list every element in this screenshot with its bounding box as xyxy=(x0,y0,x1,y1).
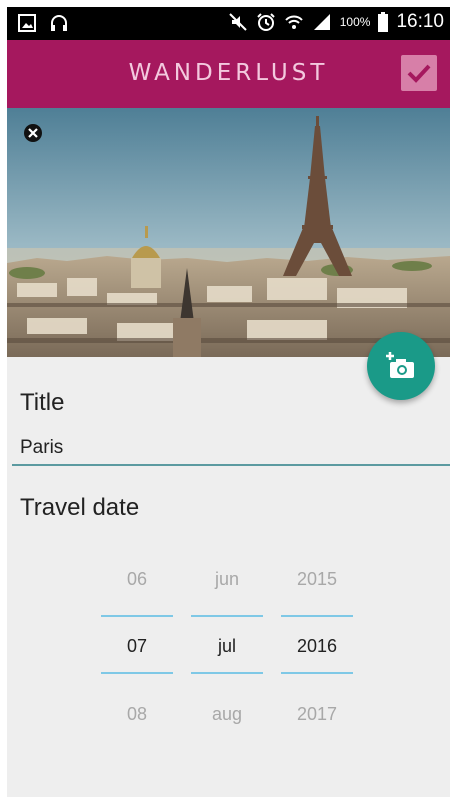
app-screen: 100% 16:10 WANDERLUST Title Paris Travel… xyxy=(7,7,450,797)
picker-divider xyxy=(191,672,263,674)
app-bar: WANDERLUST xyxy=(7,40,450,108)
picker-divider xyxy=(191,615,263,617)
app-title: WANDERLUST xyxy=(128,60,329,86)
remove-photo-button[interactable] xyxy=(24,124,42,142)
mute-icon xyxy=(229,13,247,31)
add-photo-button[interactable] xyxy=(367,332,435,400)
year-selected[interactable]: 2016 xyxy=(281,636,353,657)
battery-icon xyxy=(378,12,389,32)
picker-divider xyxy=(281,672,353,674)
day-selected[interactable]: 07 xyxy=(101,636,173,657)
add-photo-icon xyxy=(386,352,414,378)
picker-divider xyxy=(101,615,173,617)
day-picker[interactable]: 06 07 08 xyxy=(101,562,173,742)
month-picker[interactable]: jun jul aug xyxy=(191,562,263,742)
gallery-notification-icon xyxy=(18,14,36,32)
year-next[interactable]: 2017 xyxy=(281,704,353,725)
close-icon xyxy=(28,128,38,138)
alarm-icon xyxy=(257,13,275,31)
status-bar: 100% 16:10 xyxy=(7,7,450,40)
month-next[interactable]: aug xyxy=(191,704,263,725)
headset-notification-icon xyxy=(51,15,67,31)
day-next[interactable]: 08 xyxy=(101,704,173,725)
save-button[interactable] xyxy=(401,55,437,91)
picker-divider xyxy=(101,672,173,674)
day-prev[interactable]: 06 xyxy=(101,569,173,590)
wifi-icon xyxy=(285,15,303,29)
battery-percent: 100% xyxy=(339,15,371,29)
month-selected[interactable]: jul xyxy=(191,636,263,657)
year-prev[interactable]: 2015 xyxy=(281,569,353,590)
title-input[interactable] xyxy=(12,432,450,466)
paris-skyline-image xyxy=(7,108,450,357)
clock: 16:10 xyxy=(396,11,444,32)
signal-icon xyxy=(313,14,330,30)
title-label: Title xyxy=(20,389,65,416)
year-picker[interactable]: 2015 2016 2017 xyxy=(281,562,353,742)
picker-divider xyxy=(281,615,353,617)
destination-photo xyxy=(7,108,450,357)
month-prev[interactable]: jun xyxy=(191,569,263,590)
travel-date-label: Travel date xyxy=(20,494,140,521)
check-icon xyxy=(407,64,431,83)
